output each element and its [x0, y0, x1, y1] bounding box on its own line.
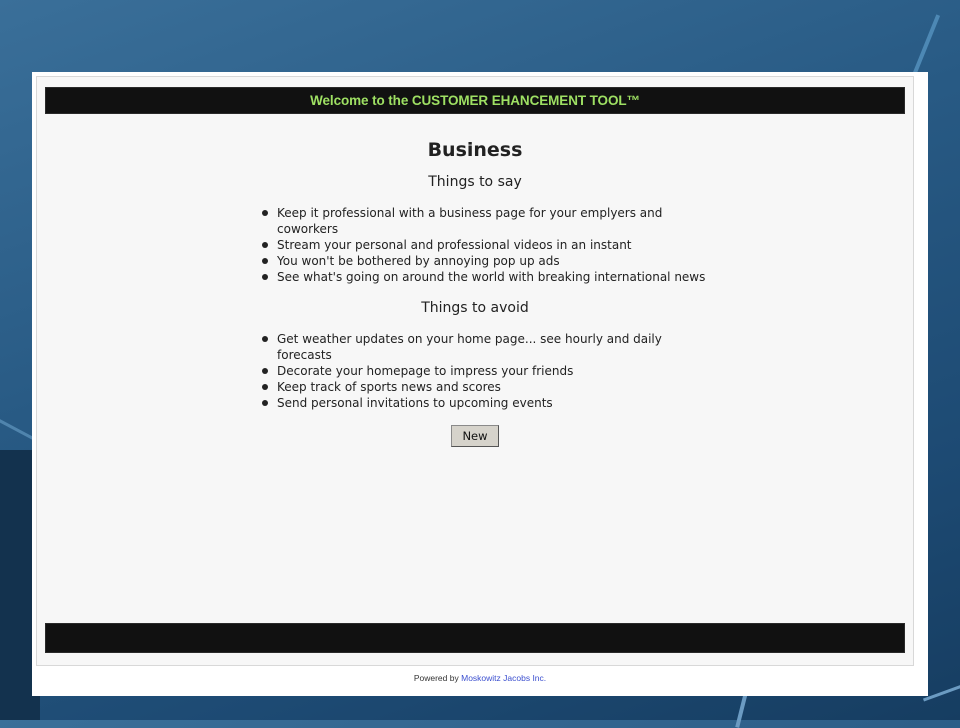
main-panel: Welcome to the CUSTOMER EHANCEMENT TOOL™… [36, 76, 914, 666]
bullet-icon [262, 400, 268, 406]
list-item: Get weather updates on your home page...… [259, 331, 719, 363]
powered-by-footer: Powered by Moskowitz Jacobs Inc. [32, 673, 928, 683]
powered-by-label: Powered by [413, 673, 459, 683]
bullet-icon [262, 336, 268, 342]
things-to-say-heading: Things to say [428, 174, 522, 190]
bullet-icon [262, 258, 268, 264]
bullet-icon [262, 274, 268, 280]
app-window: Welcome to the CUSTOMER EHANCEMENT TOOL™… [32, 72, 928, 696]
footer-bar [45, 623, 905, 653]
things-to-avoid-heading: Things to avoid [421, 300, 529, 316]
company-link[interactable]: Moskowitz Jacobs Inc. [461, 673, 546, 683]
list-item: You won't be bothered by annoying pop up… [259, 253, 719, 269]
header-title: Welcome to the CUSTOMER EHANCEMENT TOOL™ [310, 93, 640, 108]
bullet-icon [262, 242, 268, 248]
list-item: Keep it professional with a business pag… [259, 205, 719, 237]
background-accent-line [922, 681, 960, 702]
actions-row: New [37, 425, 913, 447]
list-item: Keep track of sports news and scores [259, 379, 719, 395]
list-item: See what's going on around the world wit… [259, 269, 719, 285]
header-bar: Welcome to the CUSTOMER EHANCEMENT TOOL™ [45, 87, 905, 114]
page-title: Business [427, 139, 523, 161]
list-item: Decorate your homepage to impress your f… [259, 363, 719, 379]
bullet-icon [262, 368, 268, 374]
bullet-icon [262, 384, 268, 390]
things-to-avoid-list: Get weather updates on your home page...… [259, 331, 719, 411]
list-item: Stream your personal and professional vi… [259, 237, 719, 253]
list-item: Send personal invitations to upcoming ev… [259, 395, 719, 411]
new-button[interactable]: New [451, 425, 499, 447]
bullet-icon [262, 210, 268, 216]
things-to-say-list: Keep it professional with a business pag… [259, 205, 719, 285]
content-area: Business Things to say Keep it professio… [37, 137, 913, 447]
